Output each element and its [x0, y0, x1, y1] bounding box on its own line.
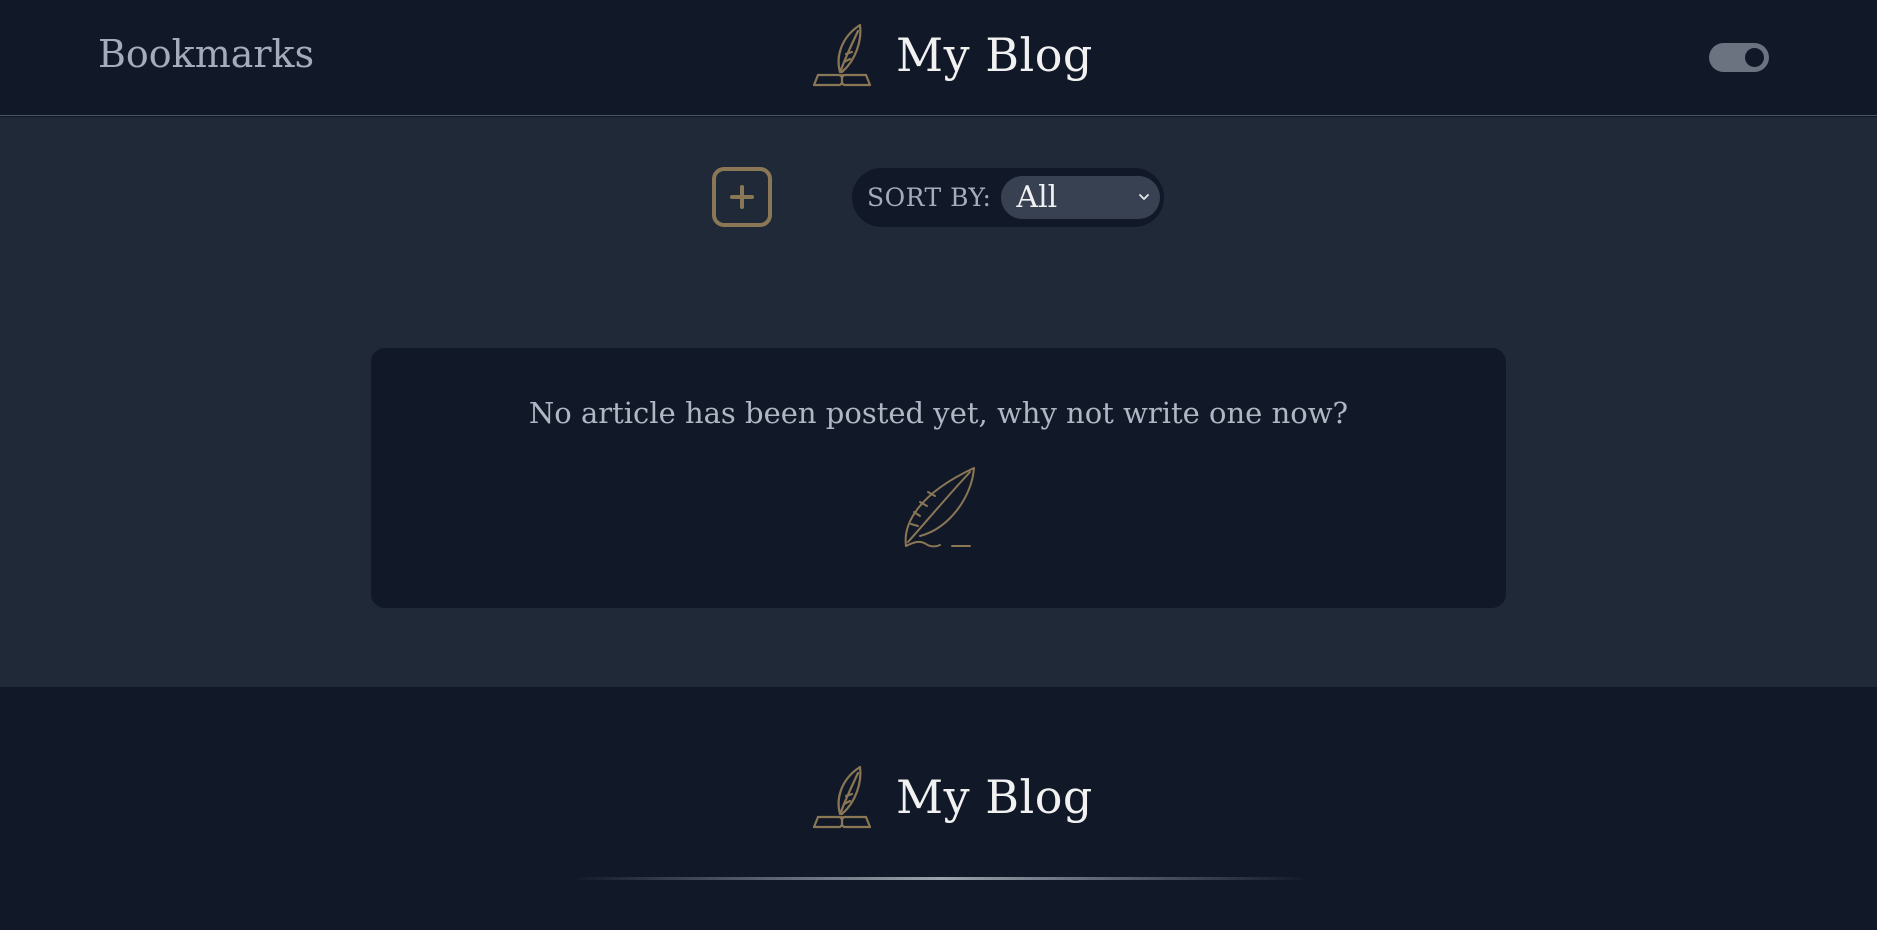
book-quill-icon [812, 765, 872, 829]
theme-toggle[interactable] [1709, 43, 1769, 72]
sort-select[interactable]: All [1001, 176, 1161, 219]
site-header: Bookmarks My Blog [0, 0, 1877, 116]
chevron-down-icon [1139, 194, 1150, 200]
site-footer: My Blog [0, 687, 1877, 930]
sort-selected-value: All [1016, 180, 1058, 215]
add-article-button[interactable] [712, 167, 772, 227]
footer-site-title: My Blog [896, 770, 1093, 824]
quill-icon [904, 467, 975, 548]
sort-control: SORT BY: All [852, 168, 1164, 227]
empty-state-card: No article has been posted yet, why not … [371, 348, 1506, 608]
footer-brand[interactable]: My Blog [810, 764, 1093, 830]
footer-divider [570, 877, 1310, 880]
sort-label: SORT BY: [867, 183, 992, 212]
bookmarks-link[interactable]: Bookmarks [98, 32, 314, 76]
header-brand[interactable]: My Blog [810, 22, 1093, 88]
book-quill-icon [812, 23, 872, 87]
main-content: SORT BY: All No article has been posted … [0, 117, 1877, 687]
toggle-knob [1745, 48, 1764, 67]
empty-state-message: No article has been posted yet, why not … [528, 396, 1349, 430]
site-title: My Blog [896, 28, 1093, 82]
